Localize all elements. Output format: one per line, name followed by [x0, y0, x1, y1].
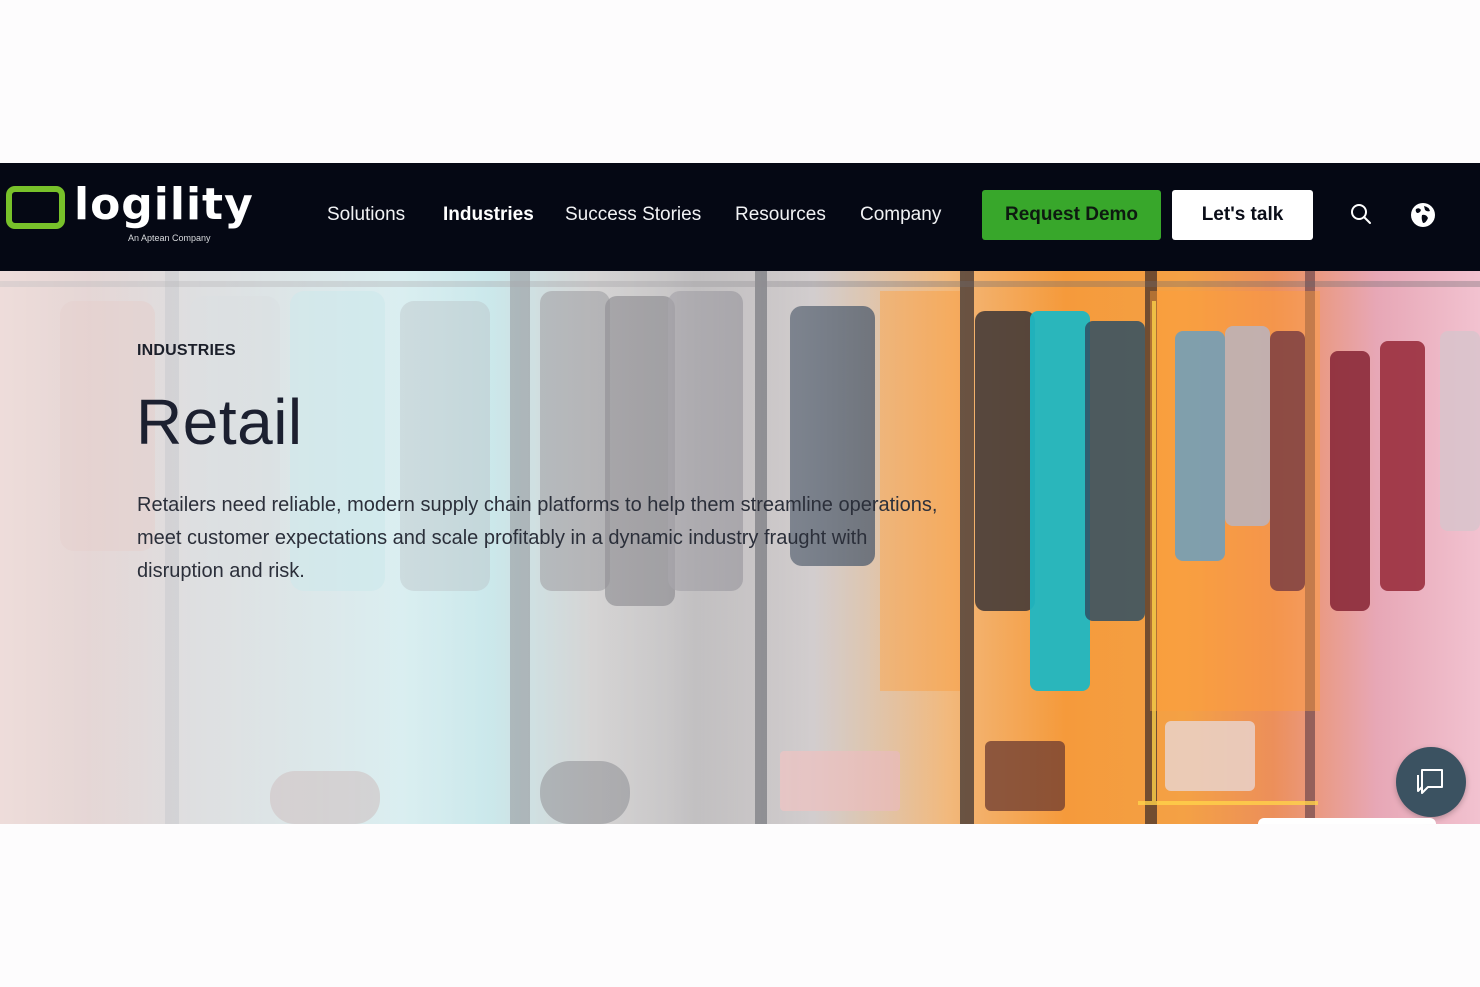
- logo-mark: [6, 186, 65, 229]
- nav-item-success-stories[interactable]: Success Stories: [565, 201, 701, 229]
- nav-item-resources[interactable]: Resources: [735, 201, 826, 229]
- globe-icon[interactable]: [1409, 201, 1437, 229]
- nav-item-solutions[interactable]: Solutions: [327, 201, 405, 229]
- chat-button[interactable]: [1396, 747, 1466, 817]
- hero-eyebrow: INDUSTRIES: [137, 342, 236, 359]
- chat-bubble-icon: [1417, 769, 1443, 794]
- site-header: logility An Aptean Company Solutions Ind…: [0, 163, 1480, 271]
- logo-tagline: An Aptean Company: [128, 233, 211, 243]
- hero-description: Retailers need reliable, modern supply c…: [137, 494, 938, 582]
- hero-section: INDUSTRIES Retail Retailers need reliabl…: [0, 271, 1480, 824]
- page-title: Retail: [136, 386, 303, 458]
- lets-talk-button[interactable]: Let's talk: [1172, 190, 1313, 240]
- chat-tab[interactable]: [1258, 818, 1436, 824]
- nav-item-industries[interactable]: Industries: [443, 201, 534, 229]
- logo[interactable]: logility An Aptean Company: [6, 179, 253, 251]
- nav-item-company[interactable]: Company: [860, 201, 941, 229]
- logo-wordmark: logility: [74, 179, 254, 230]
- request-demo-button[interactable]: Request Demo: [982, 190, 1161, 240]
- page: logility An Aptean Company Solutions Ind…: [0, 0, 1480, 987]
- search-icon[interactable]: [1348, 201, 1376, 229]
